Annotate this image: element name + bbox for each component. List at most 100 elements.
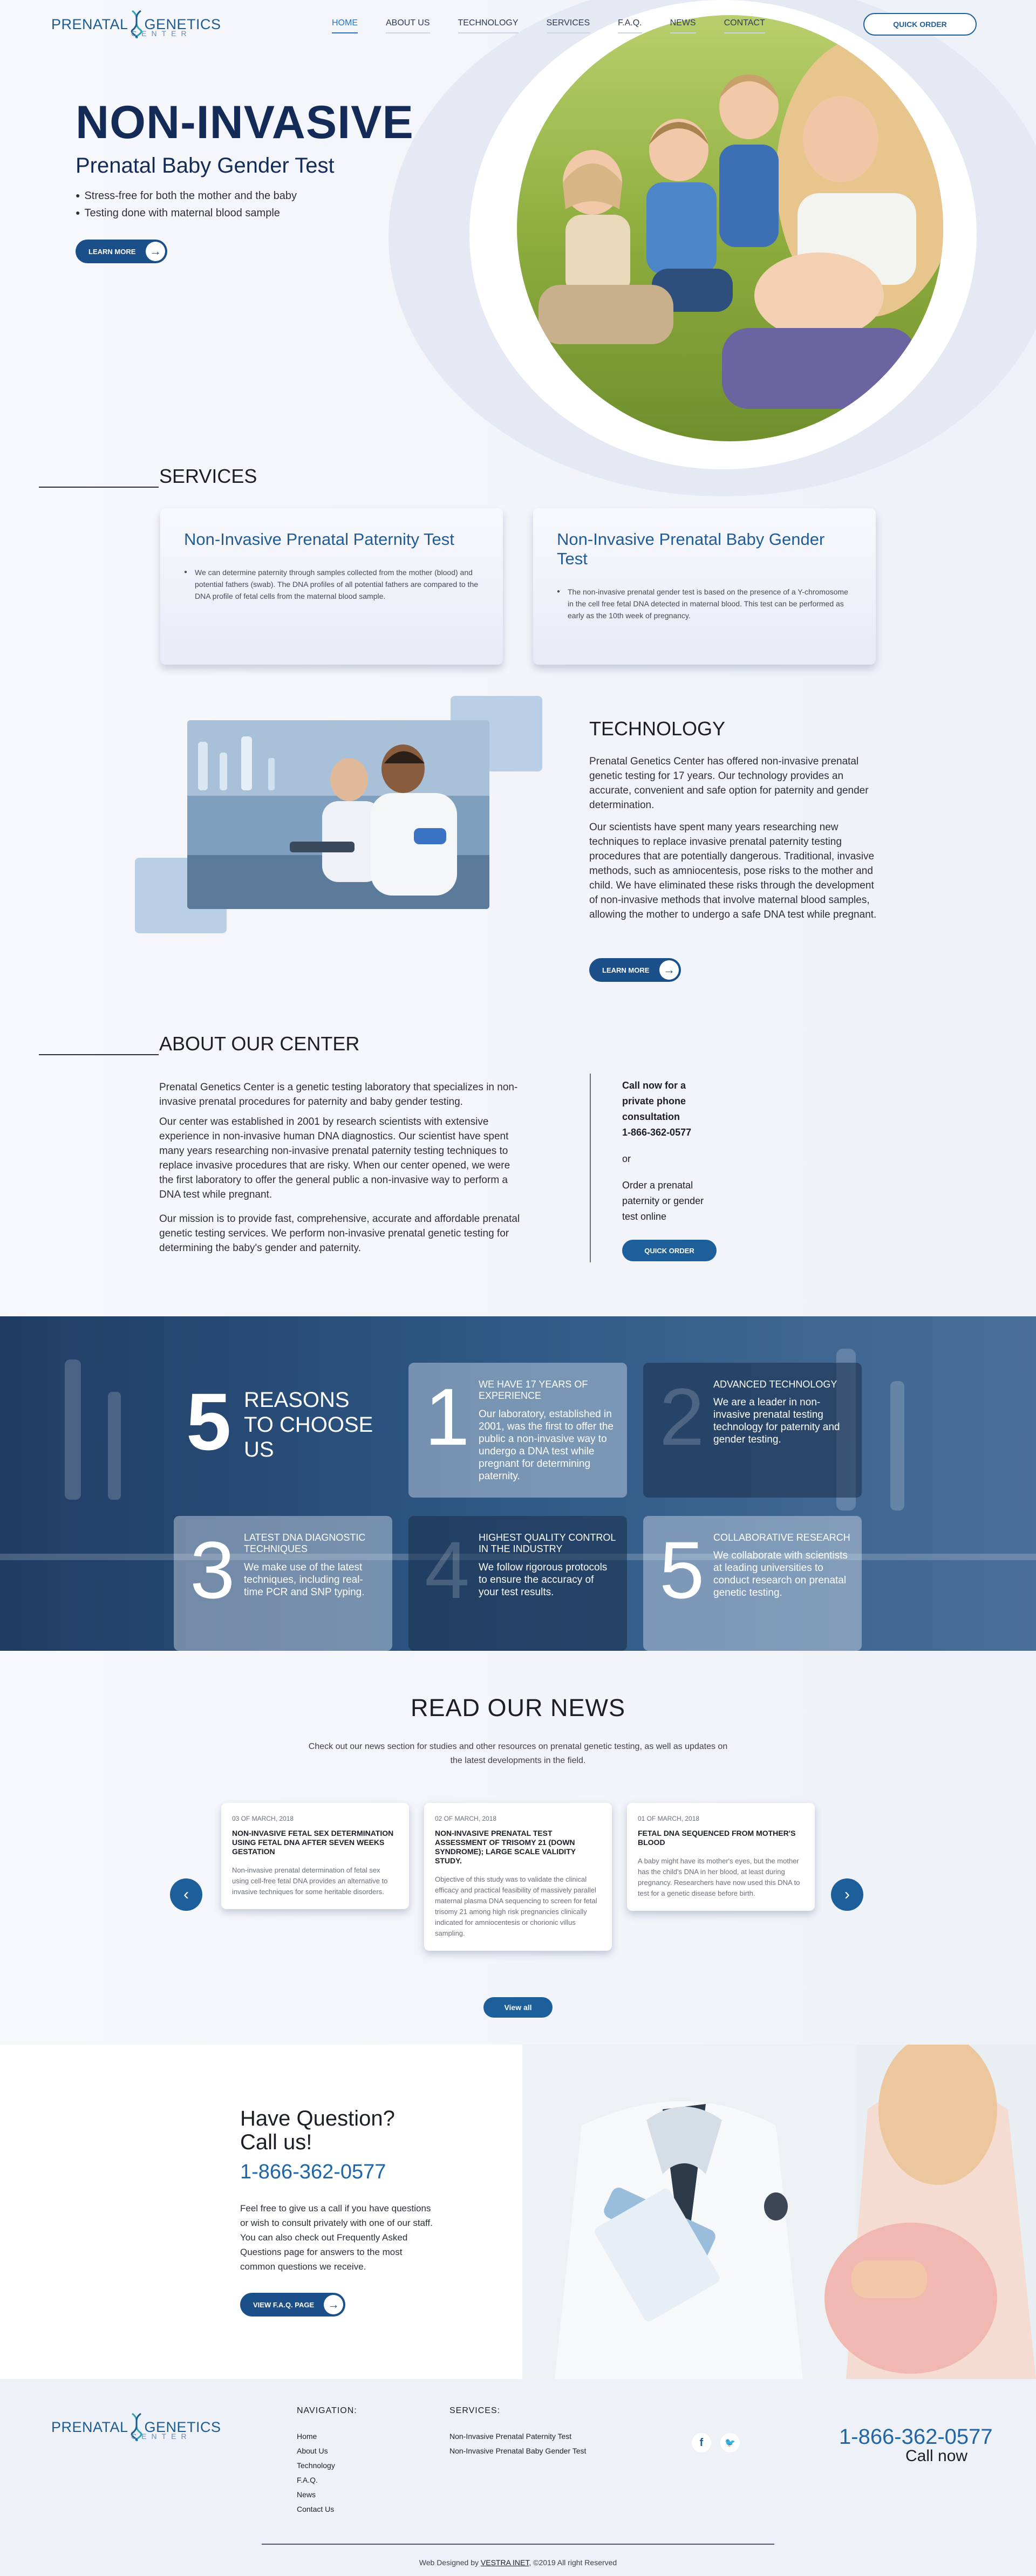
hero-learn-more-label: LEARN MORE [88,247,136,256]
reason-card-2: 2 ADVANCED TECHNOLOGY We are a leader in… [643,1363,862,1498]
footer-nav-list: Home About Us Technology F.A.Q. News Con… [297,2432,335,2519]
footer-nav-technology[interactable]: Technology [297,2461,335,2470]
view-faq-button[interactable]: VIEW F.A.Q. PAGE → [240,2293,345,2317]
reason-title: COLLABORATIVE RESEARCH [713,1532,850,1543]
about-call-text: Call now for a private phone consultatio… [622,1080,686,1122]
news-title[interactable]: Fetal DNA sequenced from mother's blood [638,1829,804,1847]
nav-technology[interactable]: TECHNOLOGY [458,18,519,33]
about-or: or [622,1153,631,1164]
footer-nav-faq[interactable]: F.A.Q. [297,2476,335,2484]
news-body: Non-invasive prenatal determination of f… [232,1866,388,1896]
footer-nav-home[interactable]: Home [297,2432,335,2441]
news-heading: READ OUR NEWS [410,1694,626,1721]
footer-nav-about[interactable]: About Us [297,2447,335,2455]
reasons-big-number: 5 [186,1376,231,1467]
nav-home[interactable]: HOME [332,18,358,33]
hero-learn-more-button[interactable]: LEARN MORE → [76,240,167,263]
copyright-suffix: , ©2019 All right Reserved [529,2558,617,2567]
view-faq-label: VIEW F.A.Q. PAGE [253,2300,315,2309]
footer-logo[interactable]: PRENATAL GENETICS CENTER [51,2413,221,2442]
news-card[interactable]: 01 OF MARCH, 2018 Fetal DNA sequenced fr… [627,1803,815,1911]
about-order-text: Order a prenatal paternity or gender tes… [622,1180,704,1222]
news-body: Objective of this study was to validate … [435,1875,597,1937]
about-sidebar: Call now for a private phone consultatio… [622,1078,719,1225]
reason-title: ADVANCED TECHNOLOGY [713,1379,837,1390]
reason-text: Our laboratory, established in 2001, was… [479,1409,614,1482]
logo-word-prenatal: PRENATAL [51,16,128,32]
service-card-paternity[interactable]: Non-Invasive Prenatal Paternity Test We … [160,508,503,665]
service-card-title: Non-Invasive Prenatal Paternity Test [184,530,454,549]
arrow-right-icon: → [324,2295,343,2314]
chevron-right-icon: › [844,1885,850,1903]
about-phone[interactable]: 1-866-362-0577 [622,1125,719,1140]
chevron-left-icon: ‹ [183,1885,189,1903]
logo-word-center: CENTER [131,2432,192,2441]
technology-learn-more-button[interactable]: LEARN MORE → [589,958,681,982]
footer-copyright: Web Designed by VESTRA INET, ©2019 All r… [0,2558,1036,2567]
reason-text: We follow rigorous protocols to ensure t… [479,1562,608,1598]
nav-news[interactable]: NEWS [670,18,696,33]
quick-order-button[interactable]: QUICK ORDER [863,13,977,36]
reason-number: 3 [190,1525,235,1615]
news-title[interactable]: Non-invasive fetal sex determination usi… [232,1829,398,1856]
hero-title: NON-INVASIVE [76,97,414,148]
reason-number: 4 [425,1525,470,1615]
nav-faq[interactable]: F.A.Q. [618,18,642,33]
about-divider [39,1054,159,1055]
reason-number: 1 [425,1371,470,1462]
reason-number: 2 [659,1371,705,1462]
lab-scientists-photo [187,720,489,909]
arrow-right-icon: → [146,242,165,261]
about-quick-order-button[interactable]: QUICK ORDER [622,1240,717,1261]
twitter-icon[interactable]: 🐦 [720,2433,740,2452]
footer-nav-heading: NAVIGATION: [297,2406,357,2415]
about-paragraph: Prenatal Genetics Center is a genetic te… [159,1082,518,1108]
logo-word-prenatal: PRENATAL [51,2418,128,2435]
service-card-text: We can determine paternity through sampl… [184,566,479,602]
hero-bullet: Stress-free for both the mother and the … [76,190,297,202]
logo-word-center: CENTER [131,29,192,38]
hero-bullet: Testing done with maternal blood sample [76,207,297,220]
footer-nav-news[interactable]: News [297,2490,335,2499]
nav-contact[interactable]: CONTACT [724,18,765,33]
view-all-news-button[interactable]: View all [483,1997,553,2018]
site-logo[interactable]: PRENATAL GENETICS CENTER [51,10,221,39]
reason-card-1: 1 WE HAVE 17 YEARS OF EXPERIENCE Our lab… [408,1363,627,1498]
hero-family-photo [517,15,943,441]
reason-card-5: 5 COLLABORATIVE RESEARCH We collaborate … [643,1516,862,1651]
reason-title: HIGHEST QUALITY CONTROL IN THE INDUSTRY [479,1532,616,1554]
service-card-text: The non-invasive prenatal gender test is… [557,586,852,621]
technology-heading: TECHNOLOGY [589,718,726,740]
reason-title: LATEST DNA DIAGNOSTIC TECHNIQUES [244,1532,366,1554]
about-heading: ABOUT OUR CENTER [159,1033,360,1055]
services-divider [39,487,159,488]
footer-nav-contact[interactable]: Contact Us [297,2505,335,2513]
footer-services-list: Non-Invasive Prenatal Paternity Test Non… [449,2432,586,2461]
hero-bullets: Stress-free for both the mother and the … [76,190,297,224]
reason-text: We are a leader in non-invasive prenatal… [713,1397,840,1445]
nav-about-us[interactable]: ABOUT US [386,18,430,33]
footer-phone[interactable]: 1-866-362-0577 [839,2425,993,2449]
news-card[interactable]: 03 OF MARCH, 2018 Non-invasive fetal sex… [221,1803,409,1909]
news-next-button[interactable]: › [831,1878,863,1911]
service-card-gender[interactable]: Non-Invasive Prenatal Baby Gender Test T… [533,508,876,665]
site-header: PRENATAL GENETICS CENTER HOME ABOUT US T… [0,0,1036,51]
news-title[interactable]: Non-invasive prenatal test assessment of… [435,1829,601,1866]
designer-link[interactable]: VESTRA INET [481,2558,529,2567]
technology-learn-more-label: LEARN MORE [602,966,650,974]
question-section: Have Question? Call us! 1-866-362-0577 F… [0,2045,1036,2379]
facebook-icon[interactable]: f [692,2433,711,2452]
news-prev-button[interactable]: ‹ [170,1878,202,1911]
reason-card-3: 3 LATEST DNA DIAGNOSTIC TECHNIQUES We ma… [174,1516,392,1651]
news-body: A baby might have its mother's eyes, but… [638,1857,800,1897]
news-card[interactable]: 02 OF MARCH, 2018 Non-invasive prenatal … [424,1803,612,1951]
service-card-title: Non-Invasive Prenatal Baby Gender Test [557,530,825,568]
reason-text: We collaborate with scientists at leadin… [713,1550,848,1598]
footer-service-link[interactable]: Non-Invasive Prenatal Paternity Test [449,2432,586,2441]
about-paragraph: Our mission is to provide fast, comprehe… [159,1213,520,1254]
nav-services[interactable]: SERVICES [546,18,590,33]
hero-subtitle: Prenatal Baby Gender Test [76,154,335,177]
footer-call-now: Call now [905,2447,968,2465]
question-phone[interactable]: 1-866-362-0577 [240,2161,386,2184]
footer-service-link[interactable]: Non-Invasive Prenatal Baby Gender Test [449,2447,586,2455]
